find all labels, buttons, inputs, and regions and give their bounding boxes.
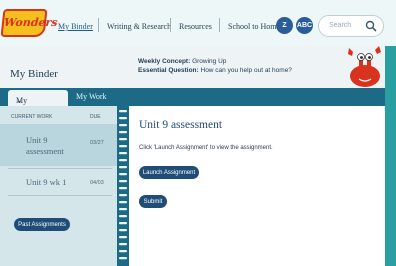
nav-divider bbox=[170, 18, 171, 32]
nav-divider bbox=[219, 18, 220, 32]
spiral-binding bbox=[117, 106, 129, 266]
search-input[interactable]: Search bbox=[318, 15, 384, 37]
list-divider bbox=[8, 168, 112, 169]
concept-value: Growing Up bbox=[192, 58, 227, 65]
search-icon[interactable] bbox=[365, 20, 377, 32]
launch-assignment-button[interactable]: Launch Assignment bbox=[139, 166, 199, 179]
tab-my-to-do-list[interactable]: My To Do List ⌄ bbox=[8, 90, 68, 132]
question-value: How can you help out at home? bbox=[200, 67, 292, 74]
chevron-down-icon: ⌄ bbox=[16, 96, 23, 105]
nav-school-to-home[interactable]: School to Home bbox=[228, 22, 280, 31]
background-edge bbox=[385, 46, 396, 266]
search-placeholder: Search bbox=[329, 22, 352, 29]
submit-button[interactable]: Submit bbox=[139, 195, 167, 208]
assignment-title: Unit 9 assessment bbox=[139, 119, 223, 131]
todo-item-1-due: 03/27 bbox=[90, 140, 104, 146]
todo-item-1-title-line2[interactable]: assessment bbox=[26, 146, 64, 156]
page-title: My Binder bbox=[10, 68, 58, 80]
crab-mascot-icon bbox=[348, 46, 381, 87]
todo-item-2-title[interactable]: Unit 9 wk 1 bbox=[26, 177, 66, 187]
nav-writing-research[interactable]: Writing & Research bbox=[107, 22, 171, 31]
nav-resources[interactable]: Resources bbox=[179, 22, 212, 31]
question-label: Essential Question: bbox=[138, 67, 199, 74]
past-assignments-button[interactable]: Past Assignments bbox=[14, 218, 70, 231]
nav-divider bbox=[98, 18, 99, 32]
weekly-concept: Weekly Concept: Growing Up Essential Que… bbox=[138, 58, 292, 74]
due-header: DUE bbox=[90, 114, 101, 120]
concept-label: Weekly Concept: bbox=[138, 58, 191, 65]
assignment-instructions: Click 'Launch Assignment' to view the as… bbox=[139, 145, 273, 151]
tab-my-work[interactable]: My Work bbox=[76, 92, 107, 101]
todo-item-1-title[interactable]: Unit 9 bbox=[26, 135, 48, 145]
list-divider bbox=[8, 195, 112, 196]
todo-item-2-due: 04/03 bbox=[90, 180, 104, 186]
current-work-header: CURRENT WORK bbox=[11, 114, 53, 120]
nav-my-binder[interactable]: My Binder bbox=[58, 22, 93, 31]
z-button-label: Z bbox=[282, 22, 287, 29]
abc-button-label: ABC bbox=[296, 22, 313, 29]
wonders-logo[interactable]: Wonders bbox=[0, 9, 59, 37]
logo-text: Wonders bbox=[3, 16, 59, 29]
z-button[interactable]: Z bbox=[276, 17, 293, 34]
abc-button[interactable]: ABC bbox=[296, 17, 313, 34]
